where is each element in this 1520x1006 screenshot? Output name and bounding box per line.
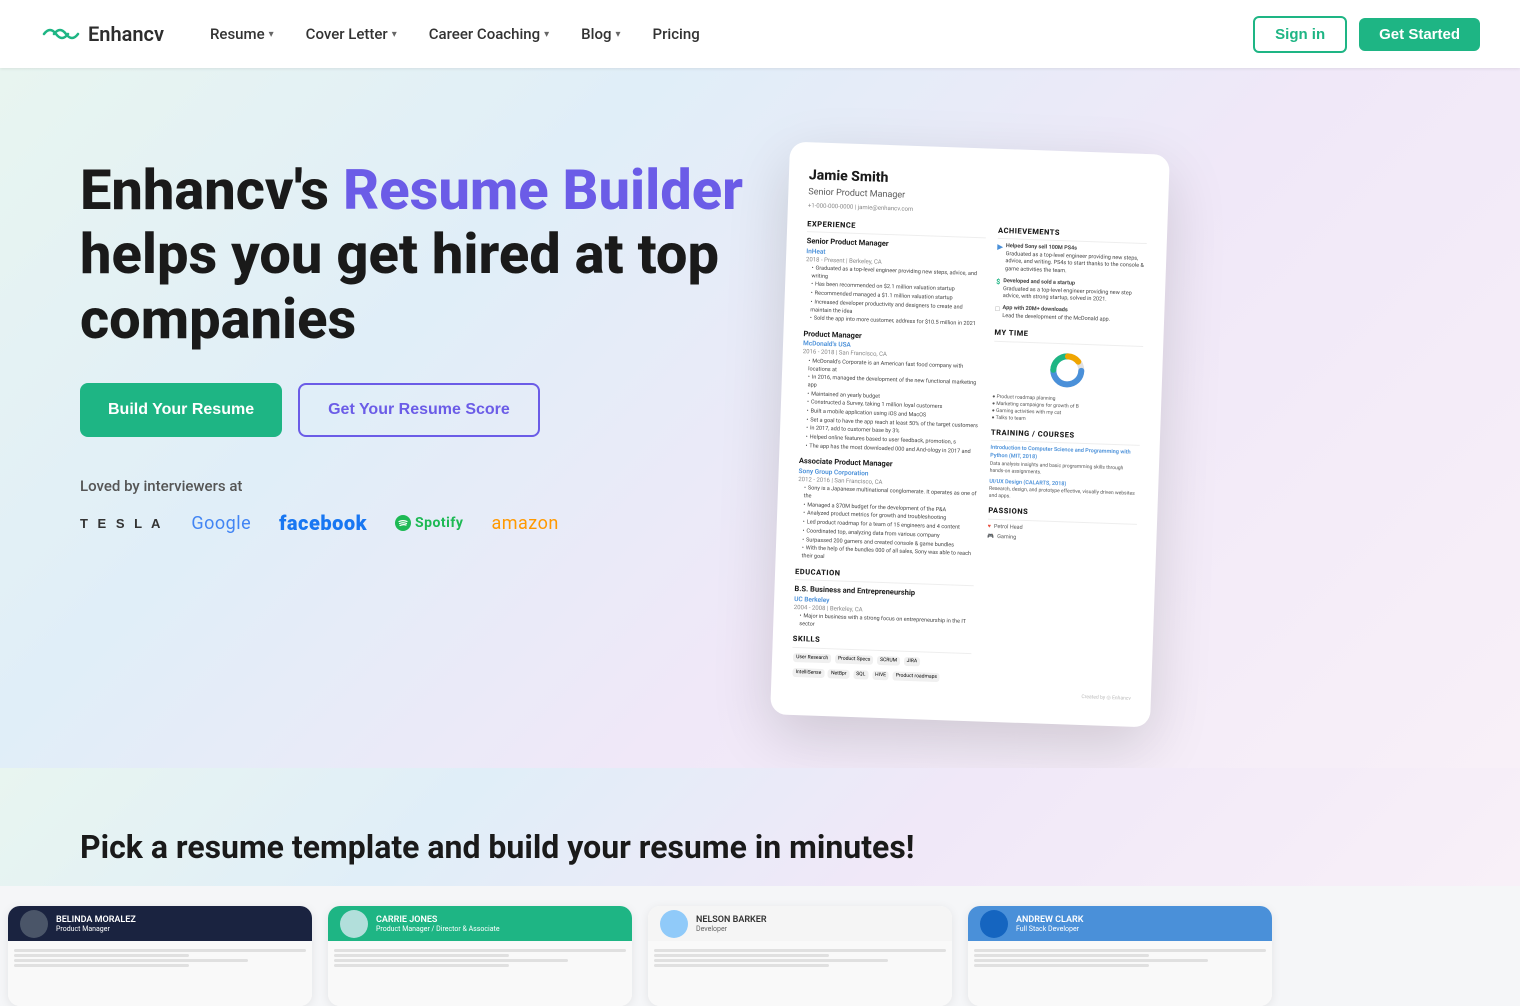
template-card-andrew[interactable]: ANDREW CLARK Full Stack Developer (968, 906, 1272, 1006)
nav-item-coaching[interactable]: Career Coaching ▾ (415, 17, 563, 51)
resume-preview-container: Jamie Smith Senior Product Manager +1-00… (780, 128, 1200, 721)
nav-item-blog[interactable]: Blog ▾ (567, 17, 634, 51)
skills-primary: User Research Product Specs SCRUM JIRA (792, 652, 971, 669)
edu-entry: B.S. Business and Entrepreneurship UC Be… (793, 584, 973, 635)
navbar: Enhancv Resume ▾ Cover Letter ▾ Career C… (0, 0, 1520, 68)
nav-actions: Sign in Get Started (1253, 16, 1480, 53)
loved-text: Loved by interviewers at (80, 477, 780, 495)
hero-section: Enhancv's Resume Builder helps you get h… (0, 68, 1520, 768)
facebook-logo: facebook (279, 511, 367, 535)
job-entry-3: Associate Product Manager Sony Group Cor… (795, 456, 977, 566)
nav-links: Resume ▾ Cover Letter ▾ Career Coaching … (196, 17, 1253, 51)
resume-left-col: EXPERIENCE Senior Product Manager InHeat… (791, 219, 986, 684)
template-card-carrie[interactable]: CARRIE JONES Product Manager / Director … (328, 906, 632, 1006)
hero-buttons: Build Your Resume Get Your Resume Score (80, 383, 780, 437)
chevron-down-icon: ▾ (392, 29, 397, 40)
chevron-down-icon: ▾ (615, 29, 620, 40)
time-legend: ● Product roadmap planning ● Marketing c… (991, 394, 1141, 427)
resume-preview-card: Jamie Smith Senior Product Manager +1-00… (770, 142, 1170, 728)
hero-title: Enhancv's Resume Builder helps you get h… (80, 158, 780, 351)
chevron-down-icon: ▾ (544, 29, 549, 40)
resume-right-col: ACHIEVEMENTS ▶ Helped Sony sell 100M PS4… (982, 225, 1147, 689)
company-logos: T E S L A Google facebook Spotify amazon (80, 511, 780, 535)
getstarted-button[interactable]: Get Started (1359, 18, 1480, 51)
experience-section: EXPERIENCE (807, 219, 986, 239)
template-card-nelson[interactable]: NELSON BARKER Developer (648, 906, 952, 1006)
nav-item-resume[interactable]: Resume ▾ (196, 17, 288, 51)
education-section: EDUCATION (795, 567, 974, 587)
job-entry-2: Product Manager McDonald's USA 2016 - 20… (799, 329, 982, 457)
spotify-logo: Spotify (395, 515, 463, 531)
logo-icon (40, 22, 80, 46)
nav-item-pricing[interactable]: Pricing (639, 17, 714, 51)
avatar (20, 910, 48, 938)
avatar (340, 910, 368, 938)
hero-left: Enhancv's Resume Builder helps you get h… (80, 128, 780, 535)
template-card-belinda[interactable]: BELINDA MORALEZ Product Manager (8, 906, 312, 1006)
get-score-button[interactable]: Get Your Resume Score (298, 383, 540, 437)
signin-button[interactable]: Sign in (1253, 16, 1347, 53)
templates-row: BELINDA MORALEZ Product Manager CARRIE J… (0, 886, 1520, 1006)
amazon-logo: amazon (491, 513, 558, 534)
time-chart (993, 348, 1143, 393)
logo-link[interactable]: Enhancv (40, 22, 164, 46)
avatar (660, 910, 688, 938)
skills-section: SKILLS (792, 634, 971, 654)
nav-item-coverletter[interactable]: Cover Letter ▾ (292, 17, 411, 51)
avatar (980, 910, 1008, 938)
pick-template-heading: Pick a resume template and build your re… (80, 828, 1440, 866)
logo-text: Enhancv (88, 22, 164, 46)
tesla-logo: T E S L A (80, 516, 163, 531)
job-entry-1: Senior Product Manager InHeat 2018 - Pre… (804, 236, 986, 329)
skills-secondary: IntelliSense NetBpr SQL HIVE Product roa… (791, 667, 970, 684)
build-resume-button[interactable]: Build Your Resume (80, 383, 282, 437)
bottom-text-section: Pick a resume template and build your re… (0, 768, 1520, 886)
resume-columns: EXPERIENCE Senior Product Manager InHeat… (791, 219, 1147, 690)
google-logo: Google (191, 513, 251, 534)
chevron-down-icon: ▾ (269, 29, 274, 40)
